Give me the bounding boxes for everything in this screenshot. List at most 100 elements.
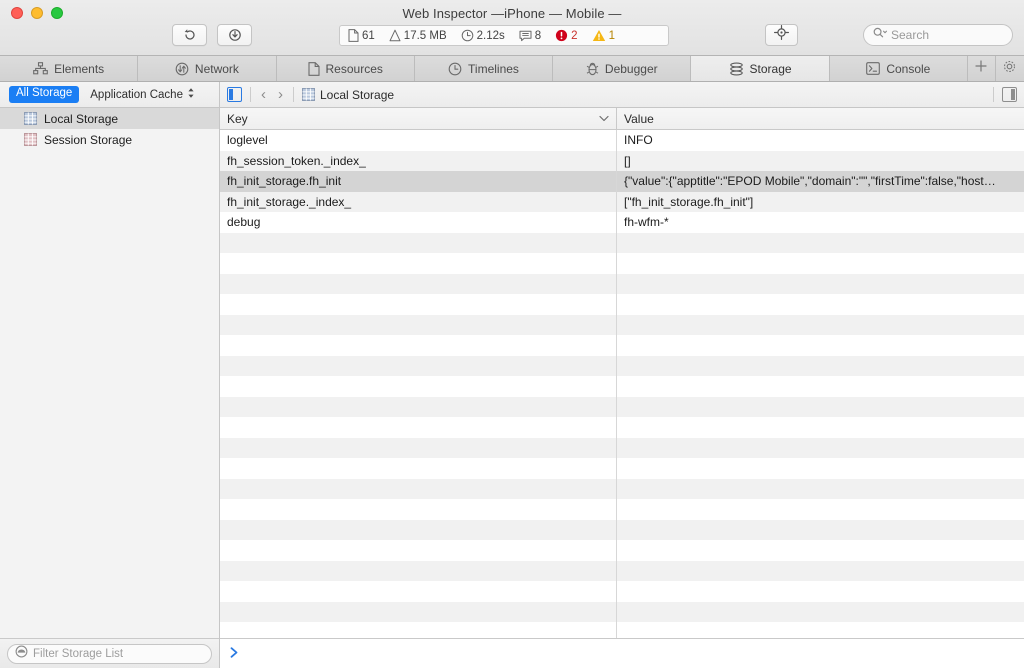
download-button[interactable] bbox=[217, 24, 252, 46]
cell-value: fh-wfm-* bbox=[617, 212, 1024, 233]
stat-warnings[interactable]: 1 bbox=[592, 29, 615, 42]
tab-debugger-label: Debugger bbox=[605, 62, 658, 76]
debugger-icon bbox=[586, 62, 599, 76]
cell-key-empty bbox=[220, 622, 617, 638]
cell-value-empty bbox=[617, 233, 1024, 254]
inspect-element-icon bbox=[774, 25, 789, 45]
all-storage-button[interactable]: All Storage bbox=[9, 86, 79, 103]
table-row-empty bbox=[220, 397, 1024, 418]
table-row-empty bbox=[220, 520, 1024, 541]
cell-value-empty bbox=[617, 540, 1024, 561]
stat-resources-label: 61 bbox=[362, 30, 375, 42]
table-row-empty bbox=[220, 315, 1024, 336]
chevron-right-icon[interactable]: › bbox=[276, 87, 285, 102]
nav-divider-1 bbox=[250, 87, 251, 102]
cell-value-empty bbox=[617, 417, 1024, 438]
storage-content: Key Value loglevelINFOfh_session_token._… bbox=[220, 108, 1024, 668]
cell-key-empty bbox=[220, 233, 617, 254]
table-row[interactable]: fh_init_storage._index_["fh_init_storage… bbox=[220, 192, 1024, 213]
cell-value-empty bbox=[617, 376, 1024, 397]
search-field[interactable]: Search bbox=[863, 24, 1013, 46]
console-prompt-bar[interactable] bbox=[220, 638, 1024, 668]
cell-value: INFO bbox=[617, 130, 1024, 151]
tab-elements[interactable]: Elements bbox=[0, 56, 138, 81]
tab-console[interactable]: Console bbox=[830, 56, 968, 81]
search-icon bbox=[873, 26, 887, 44]
cell-key-empty bbox=[220, 458, 617, 479]
storage-nav-bar: All Storage Application Cache ‹ › bbox=[0, 82, 1024, 108]
table-row[interactable]: loglevelINFO bbox=[220, 130, 1024, 151]
column-header-value[interactable]: Value bbox=[617, 108, 1024, 129]
cell-value: {"value":{"apptitle":"EPOD Mobile","doma… bbox=[617, 171, 1024, 192]
tab-network-label: Network bbox=[195, 62, 239, 76]
cell-value: ["fh_init_storage.fh_init"] bbox=[617, 192, 1024, 213]
column-header-value-label: Value bbox=[624, 112, 654, 126]
table-row-empty bbox=[220, 499, 1024, 520]
sidebar-footer: Filter Storage List bbox=[0, 638, 219, 668]
settings-button[interactable] bbox=[996, 56, 1024, 81]
filter-icon bbox=[15, 645, 28, 663]
application-cache-popup[interactable]: Application Cache bbox=[90, 87, 195, 102]
nav-divider-2 bbox=[293, 87, 294, 102]
network-icon bbox=[175, 62, 189, 76]
storage-sidebar-list: Local Storage Session Storage bbox=[0, 108, 219, 638]
table-row[interactable]: fh_session_token._index_[] bbox=[220, 151, 1024, 172]
reload-icon bbox=[183, 28, 197, 42]
cell-key-empty bbox=[220, 438, 617, 459]
stat-memory[interactable]: 17.5 MB bbox=[389, 29, 447, 42]
download-icon bbox=[228, 28, 242, 42]
right-panel-toggle-icon[interactable] bbox=[1002, 87, 1017, 102]
page-stats-bar: 61 17.5 MB 2.12s bbox=[339, 25, 669, 46]
stat-logs[interactable]: 8 bbox=[519, 30, 541, 42]
table-row-empty bbox=[220, 294, 1024, 315]
stat-warnings-label: 1 bbox=[609, 30, 615, 42]
cell-key-empty bbox=[220, 294, 617, 315]
reload-button[interactable] bbox=[172, 24, 207, 46]
stat-time[interactable]: 2.12s bbox=[461, 29, 505, 42]
cell-key-empty bbox=[220, 356, 617, 377]
chevron-down-icon bbox=[599, 114, 609, 124]
table-row-empty bbox=[220, 581, 1024, 602]
stat-errors[interactable]: 2 bbox=[555, 29, 577, 42]
column-header-key[interactable]: Key bbox=[220, 108, 617, 129]
toolbar-buttons bbox=[172, 24, 252, 46]
table-row-empty bbox=[220, 540, 1024, 561]
sidebar-item-local-storage[interactable]: Local Storage bbox=[0, 108, 219, 129]
tab-timelines-label: Timelines bbox=[468, 62, 519, 76]
tab-timelines[interactable]: Timelines bbox=[415, 56, 553, 81]
breadcrumb[interactable]: Local Storage bbox=[302, 88, 394, 102]
table-row[interactable]: fh_init_storage.fh_init{"value":{"apptit… bbox=[220, 171, 1024, 192]
inspect-element-button[interactable] bbox=[765, 24, 798, 46]
error-icon bbox=[555, 29, 568, 42]
updown-chevron-icon bbox=[187, 87, 195, 102]
table-row-empty bbox=[220, 417, 1024, 438]
left-panel-toggle-icon[interactable] bbox=[227, 87, 242, 102]
tab-resources[interactable]: Resources bbox=[277, 56, 415, 81]
memory-icon bbox=[389, 29, 401, 42]
stat-resources[interactable]: 61 bbox=[348, 29, 375, 42]
table-row-empty bbox=[220, 356, 1024, 377]
tab-storage[interactable]: Storage bbox=[691, 56, 829, 81]
tab-network[interactable]: Network bbox=[138, 56, 276, 81]
filter-storage-placeholder: Filter Storage List bbox=[33, 648, 123, 660]
table-row[interactable]: debugfh-wfm-* bbox=[220, 212, 1024, 233]
table-row-empty bbox=[220, 622, 1024, 638]
cell-value-empty bbox=[617, 253, 1024, 274]
search-input-placeholder: Search bbox=[891, 28, 929, 42]
session-storage-grid-icon bbox=[24, 133, 37, 146]
cell-value-empty bbox=[617, 356, 1024, 377]
add-tab-button[interactable] bbox=[968, 56, 996, 81]
tab-storage-label: Storage bbox=[750, 62, 792, 76]
cell-key-empty bbox=[220, 274, 617, 295]
stat-time-label: 2.12s bbox=[477, 30, 505, 42]
sidebar-item-session-storage[interactable]: Session Storage bbox=[0, 129, 219, 150]
cell-key-empty bbox=[220, 581, 617, 602]
cell-value-empty bbox=[617, 561, 1024, 582]
tab-console-label: Console bbox=[886, 62, 930, 76]
filter-storage-input[interactable]: Filter Storage List bbox=[7, 644, 212, 664]
chevron-left-icon[interactable]: ‹ bbox=[259, 87, 268, 102]
tab-debugger[interactable]: Debugger bbox=[553, 56, 691, 81]
storage-table: Key Value loglevelINFOfh_session_token._… bbox=[220, 108, 1024, 638]
cell-value-empty bbox=[617, 581, 1024, 602]
title-bar: Web Inspector —iPhone — Mobile — bbox=[0, 0, 1024, 56]
